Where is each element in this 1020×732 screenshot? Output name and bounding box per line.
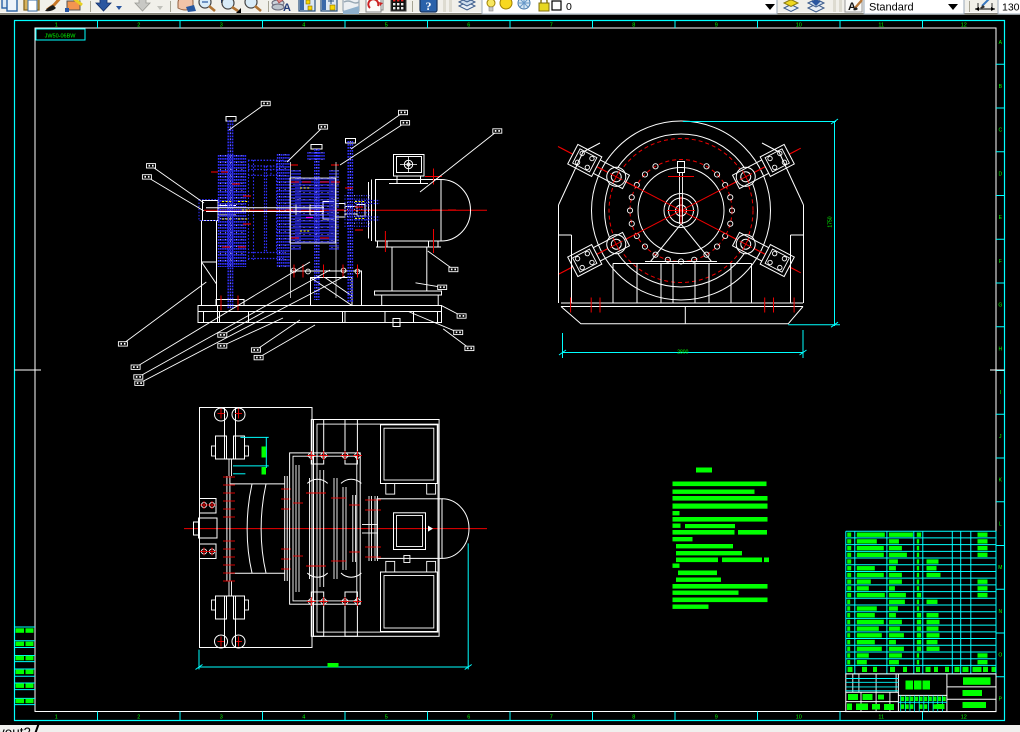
svg-text:N: N (998, 609, 1002, 615)
svg-text:10: 10 (796, 715, 802, 721)
svg-text:8: 8 (632, 23, 635, 29)
svg-text:1: 1 (55, 23, 58, 29)
svg-text:C: C (998, 128, 1002, 134)
svg-text:I: I (1000, 390, 1001, 396)
svg-text:0: 0 (566, 1, 572, 13)
svg-text:7: 7 (550, 715, 553, 721)
svg-text:6: 6 (467, 715, 470, 721)
svg-text:2: 2 (137, 23, 140, 29)
svg-text:O: O (998, 653, 1002, 659)
svg-text:3: 3 (220, 23, 223, 29)
svg-text:?: ? (426, 0, 432, 13)
svg-text:130: 130 (1002, 2, 1020, 14)
svg-text:D: D (998, 171, 1002, 177)
svg-text:L: L (999, 521, 1002, 527)
svg-text:9: 9 (715, 23, 718, 29)
svg-text:11: 11 (878, 715, 884, 721)
svg-text:5: 5 (385, 715, 388, 721)
svg-text:7: 7 (550, 23, 553, 29)
svg-text:6: 6 (467, 23, 470, 29)
svg-text:A: A (283, 2, 291, 14)
svg-text:10: 10 (796, 23, 802, 29)
svg-text:4: 4 (302, 715, 305, 721)
svg-text:5: 5 (385, 23, 388, 29)
svg-text:1750: 1750 (828, 216, 834, 227)
svg-text:11: 11 (878, 23, 884, 29)
svg-text:2800: 2800 (677, 350, 688, 356)
svg-text:9: 9 (715, 715, 718, 721)
svg-text:G: G (998, 303, 1002, 309)
svg-text:JW50-06BW: JW50-06BW (45, 34, 77, 40)
svg-text:H: H (998, 346, 1002, 352)
svg-text:1: 1 (55, 715, 58, 721)
svg-text:F: F (999, 259, 1002, 265)
svg-text:M: M (998, 565, 1002, 571)
svg-text:8: 8 (632, 715, 635, 721)
svg-text:12: 12 (961, 715, 967, 721)
svg-text:12: 12 (961, 23, 967, 29)
svg-text:3: 3 (220, 715, 223, 721)
svg-text:2: 2 (137, 715, 140, 721)
svg-text:Standard: Standard (869, 2, 914, 14)
svg-text:4: 4 (302, 23, 305, 29)
